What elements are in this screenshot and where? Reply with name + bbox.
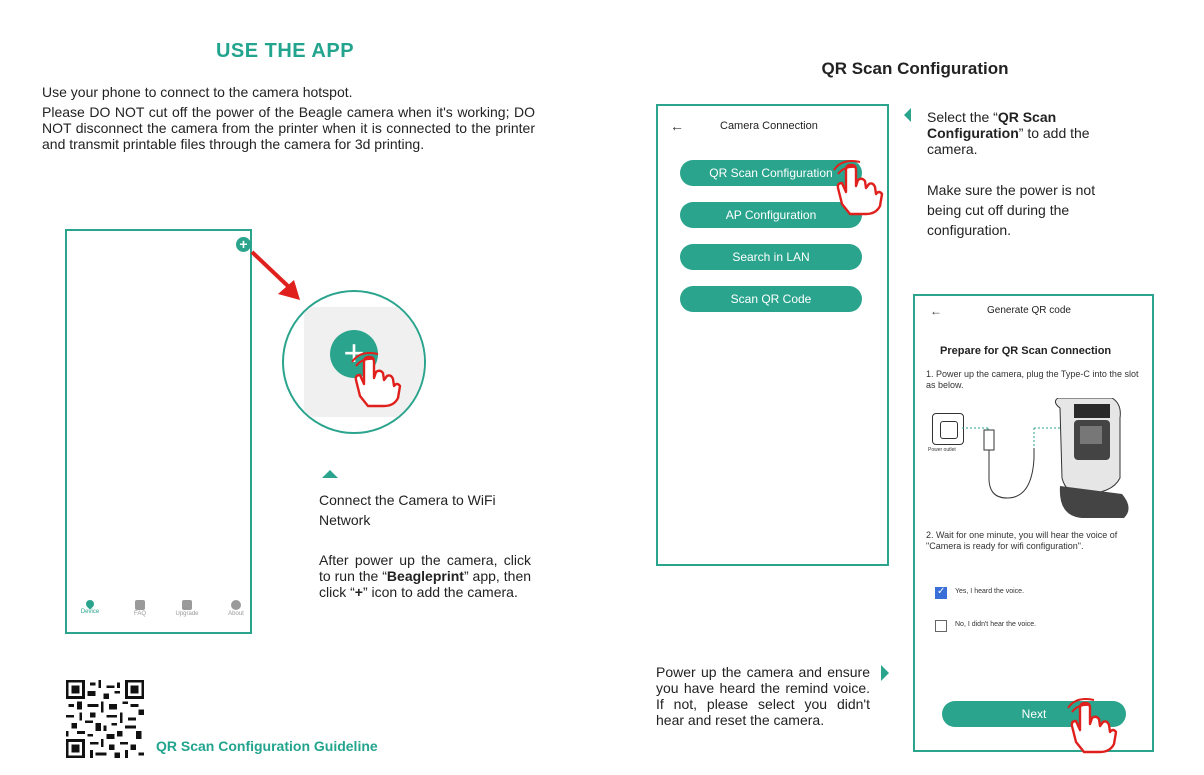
phone-home-screen — [65, 229, 252, 634]
tab-faq[interactable]: FAQ — [125, 598, 155, 617]
tab-device[interactable]: Device — [75, 598, 105, 615]
step-2-text: 2. Wait for one minute, you will hear th… — [926, 530, 1118, 551]
not-heard-label: No, I didn't hear the voice. — [955, 621, 1037, 628]
location-pin-icon — [84, 598, 96, 610]
warning-text: Please DO NOT cut off the power of the B… — [42, 104, 535, 152]
page-heading: USE THE APP — [215, 40, 355, 62]
tap-hand-icon — [351, 352, 402, 408]
tab-upgrade[interactable]: Upgrade — [172, 598, 202, 617]
power-note: Make sure the power is not being cut off… — [927, 182, 1096, 238]
qr-guideline-label: QR Scan Configuration Guideline — [156, 738, 378, 754]
qr-code-image — [66, 680, 144, 758]
tap-hand-icon — [1067, 698, 1118, 754]
faq-icon — [135, 600, 145, 610]
power-up-instructions: Power up the camera and ensure you have … — [656, 664, 870, 728]
camera-connection-title: Camera Connection — [720, 120, 818, 132]
prepare-heading: Prepare for QR Scan Connection — [940, 345, 1112, 357]
select-instruction: Select the “QR Scan Configuration” to ad… — [927, 109, 1090, 157]
search-lan-button[interactable]: Search in LAN — [680, 244, 862, 270]
power-outlet-icon — [932, 413, 964, 445]
camera-cable-illustration — [962, 398, 1129, 518]
pointer-triangle-icon — [322, 470, 338, 478]
wifi-title: Connect the Camera to WiFi Network — [319, 492, 496, 528]
step-1-text: 1. Power up the camera, plug the Type-C … — [926, 369, 1139, 390]
section-heading: QR Scan Configuration — [821, 59, 1009, 78]
upgrade-icon — [182, 600, 192, 610]
back-arrow-icon[interactable]: ← — [930, 304, 942, 318]
power-outlet-label: Power outlet — [928, 447, 956, 453]
tap-hand-icon — [833, 160, 884, 216]
intro-text: Use your phone to connect to the camera … — [42, 84, 353, 100]
add-camera-instructions: After power up the camera, click to run … — [319, 552, 532, 600]
about-icon — [231, 600, 241, 610]
not-heard-checkbox[interactable] — [935, 620, 947, 632]
heard-voice-label: Yes, I heard the voice. — [955, 588, 1025, 595]
pointer-arrow-icon — [250, 250, 300, 300]
heard-voice-checkbox[interactable] — [935, 586, 947, 599]
tab-about[interactable]: About — [221, 598, 251, 617]
phone-generate-qr — [913, 294, 1154, 752]
pointer-triangle-icon — [881, 665, 889, 681]
pointer-triangle-icon — [904, 108, 911, 122]
app-tab-bar: Device FAQ Upgrade About — [67, 598, 250, 628]
back-arrow-icon[interactable]: ← — [670, 118, 684, 134]
scan-qr-code-button[interactable]: Scan QR Code — [680, 286, 862, 312]
generate-qr-title: Generate QR code — [987, 305, 1071, 316]
